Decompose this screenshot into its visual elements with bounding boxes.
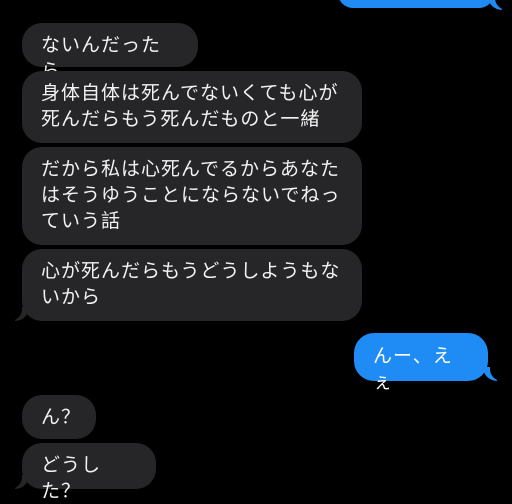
- outgoing-bubble-tail: [488, 0, 511, 10]
- incoming-message-bubble[interactable]: どうした？: [22, 443, 156, 502]
- outgoing-message-bubble-partial[interactable]: [338, 0, 494, 8]
- incoming-message-bubble[interactable]: 身体自体は死んでないくても心が 死んだらもう死んだものと一緒: [22, 71, 362, 143]
- message-thread[interactable]: ないんだったら 身体自体は死んでないくても心が 死んだらもう死んだものと一緒 だ…: [0, 0, 512, 502]
- incoming-message-bubble[interactable]: ん？: [22, 395, 96, 439]
- incoming-message-bubble[interactable]: だから私は心死んでるからあなた はそうゆうことにならないでねっ ていう話: [22, 147, 362, 245]
- outgoing-bubble-tail: [483, 365, 506, 381]
- incoming-message-bubble[interactable]: ないんだったら: [22, 23, 198, 82]
- incoming-message-bubble[interactable]: 心が死んだらもうどうしようもな いから: [22, 249, 362, 321]
- incoming-bubble-tail: [6, 305, 29, 321]
- outgoing-message-bubble[interactable]: んー、えぇ: [354, 333, 488, 393]
- incoming-bubble-tail: [6, 473, 29, 489]
